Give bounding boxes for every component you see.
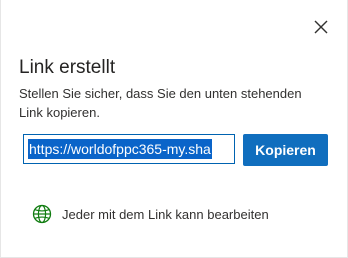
close-button[interactable]: [312, 18, 330, 36]
link-field-value[interactable]: https://worldofppc365-my.sha: [28, 139, 212, 159]
permission-label: Jeder mit dem Link kann bearbeiten: [62, 206, 269, 222]
link-field[interactable]: https://worldofppc365-my.sha: [23, 134, 235, 164]
dialog-border-left: [0, 0, 1, 258]
link-permission-setting[interactable]: Jeder mit dem Link kann bearbeiten: [32, 204, 269, 224]
copy-button[interactable]: Kopieren: [243, 134, 328, 166]
dialog-title: Link erstellt: [19, 57, 116, 78]
close-icon: [314, 20, 328, 34]
share-dialog: Link erstellt Stellen Sie sicher, dass S…: [0, 0, 348, 258]
globe-icon: [32, 204, 52, 224]
dialog-description: Stellen Sie sicher, dass Sie den unten s…: [19, 86, 302, 120]
